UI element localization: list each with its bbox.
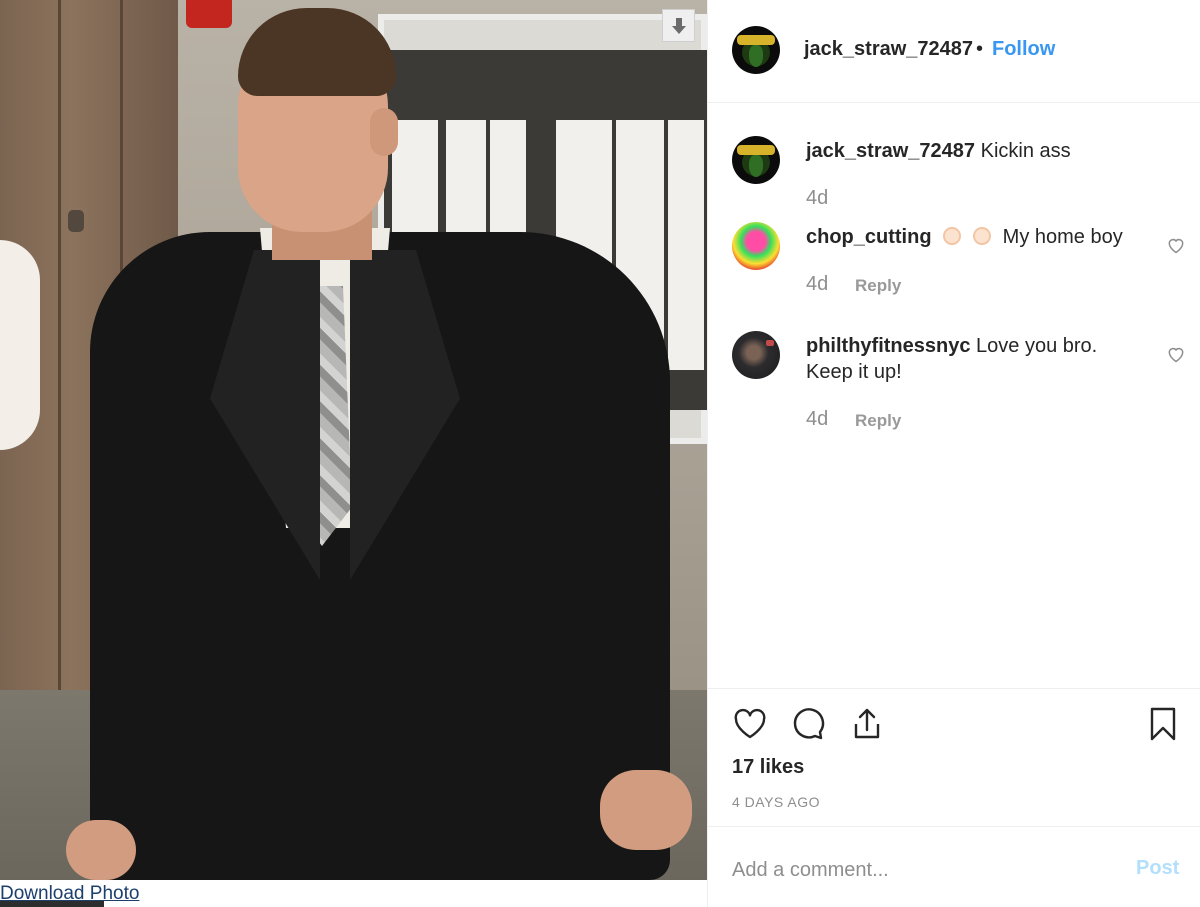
caption: jack_straw_72487 Kickin ass bbox=[806, 138, 1136, 164]
add-comment-input[interactable] bbox=[732, 855, 1092, 885]
post-timestamp: 4 DAYS AGO bbox=[732, 794, 820, 810]
right-hand bbox=[600, 770, 692, 850]
ok-hand-emoji-icon bbox=[943, 227, 962, 245]
bookmark-icon[interactable] bbox=[1145, 706, 1181, 742]
header-divider bbox=[708, 102, 1200, 103]
comment-item: philthyfitnessnyc Love you bro. Keep it … bbox=[806, 333, 1106, 385]
like-comment-heart-icon[interactable] bbox=[1166, 235, 1186, 255]
author-username[interactable]: jack_straw_72487 bbox=[804, 38, 973, 61]
comment-age: 4d bbox=[806, 273, 829, 295]
reply-button[interactable]: Reply bbox=[855, 411, 901, 431]
author-avatar[interactable] bbox=[732, 26, 780, 74]
download-photo-link[interactable]: Download Photo bbox=[0, 883, 139, 905]
comment-box-divider bbox=[708, 826, 1200, 827]
commenter-avatar[interactable] bbox=[732, 331, 780, 379]
reply-button[interactable]: Reply bbox=[855, 276, 901, 296]
download-arrow-icon[interactable] bbox=[662, 9, 695, 42]
caption-text: Kickin ass bbox=[980, 140, 1071, 162]
comment-icon[interactable] bbox=[790, 706, 826, 742]
follow-button[interactable]: Follow bbox=[992, 38, 1055, 61]
comment-item: chop_cutting My home boy bbox=[806, 224, 1136, 250]
commenter-avatar[interactable] bbox=[732, 222, 780, 270]
man-in-suit bbox=[60, 0, 700, 880]
ok-hand-emoji-icon bbox=[973, 227, 992, 245]
like-comment-heart-icon[interactable] bbox=[1166, 344, 1186, 364]
hair bbox=[238, 8, 396, 96]
header-separator: • bbox=[976, 38, 984, 60]
post-photo[interactable] bbox=[0, 0, 707, 880]
left-hand bbox=[66, 820, 136, 880]
heart-icon[interactable] bbox=[732, 706, 768, 742]
likes-count[interactable]: 17 likes bbox=[732, 756, 804, 779]
bystander-arm bbox=[0, 240, 40, 450]
comment-username[interactable]: chop_cutting bbox=[806, 226, 932, 248]
ear bbox=[370, 108, 398, 156]
comment-age: 4d bbox=[806, 408, 829, 430]
post-details-panel: jack_straw_72487 • Follow jack_straw_724… bbox=[707, 0, 1200, 907]
share-icon[interactable] bbox=[849, 706, 885, 742]
caption-username[interactable]: jack_straw_72487 bbox=[806, 140, 975, 162]
comment-text: My home boy bbox=[1002, 226, 1123, 248]
post-comment-button[interactable]: Post bbox=[1136, 857, 1179, 880]
caption-age: 4d bbox=[806, 187, 829, 209]
caption-avatar[interactable] bbox=[732, 136, 780, 184]
comment-username[interactable]: philthyfitnessnyc bbox=[806, 335, 970, 357]
actions-divider bbox=[708, 688, 1200, 689]
